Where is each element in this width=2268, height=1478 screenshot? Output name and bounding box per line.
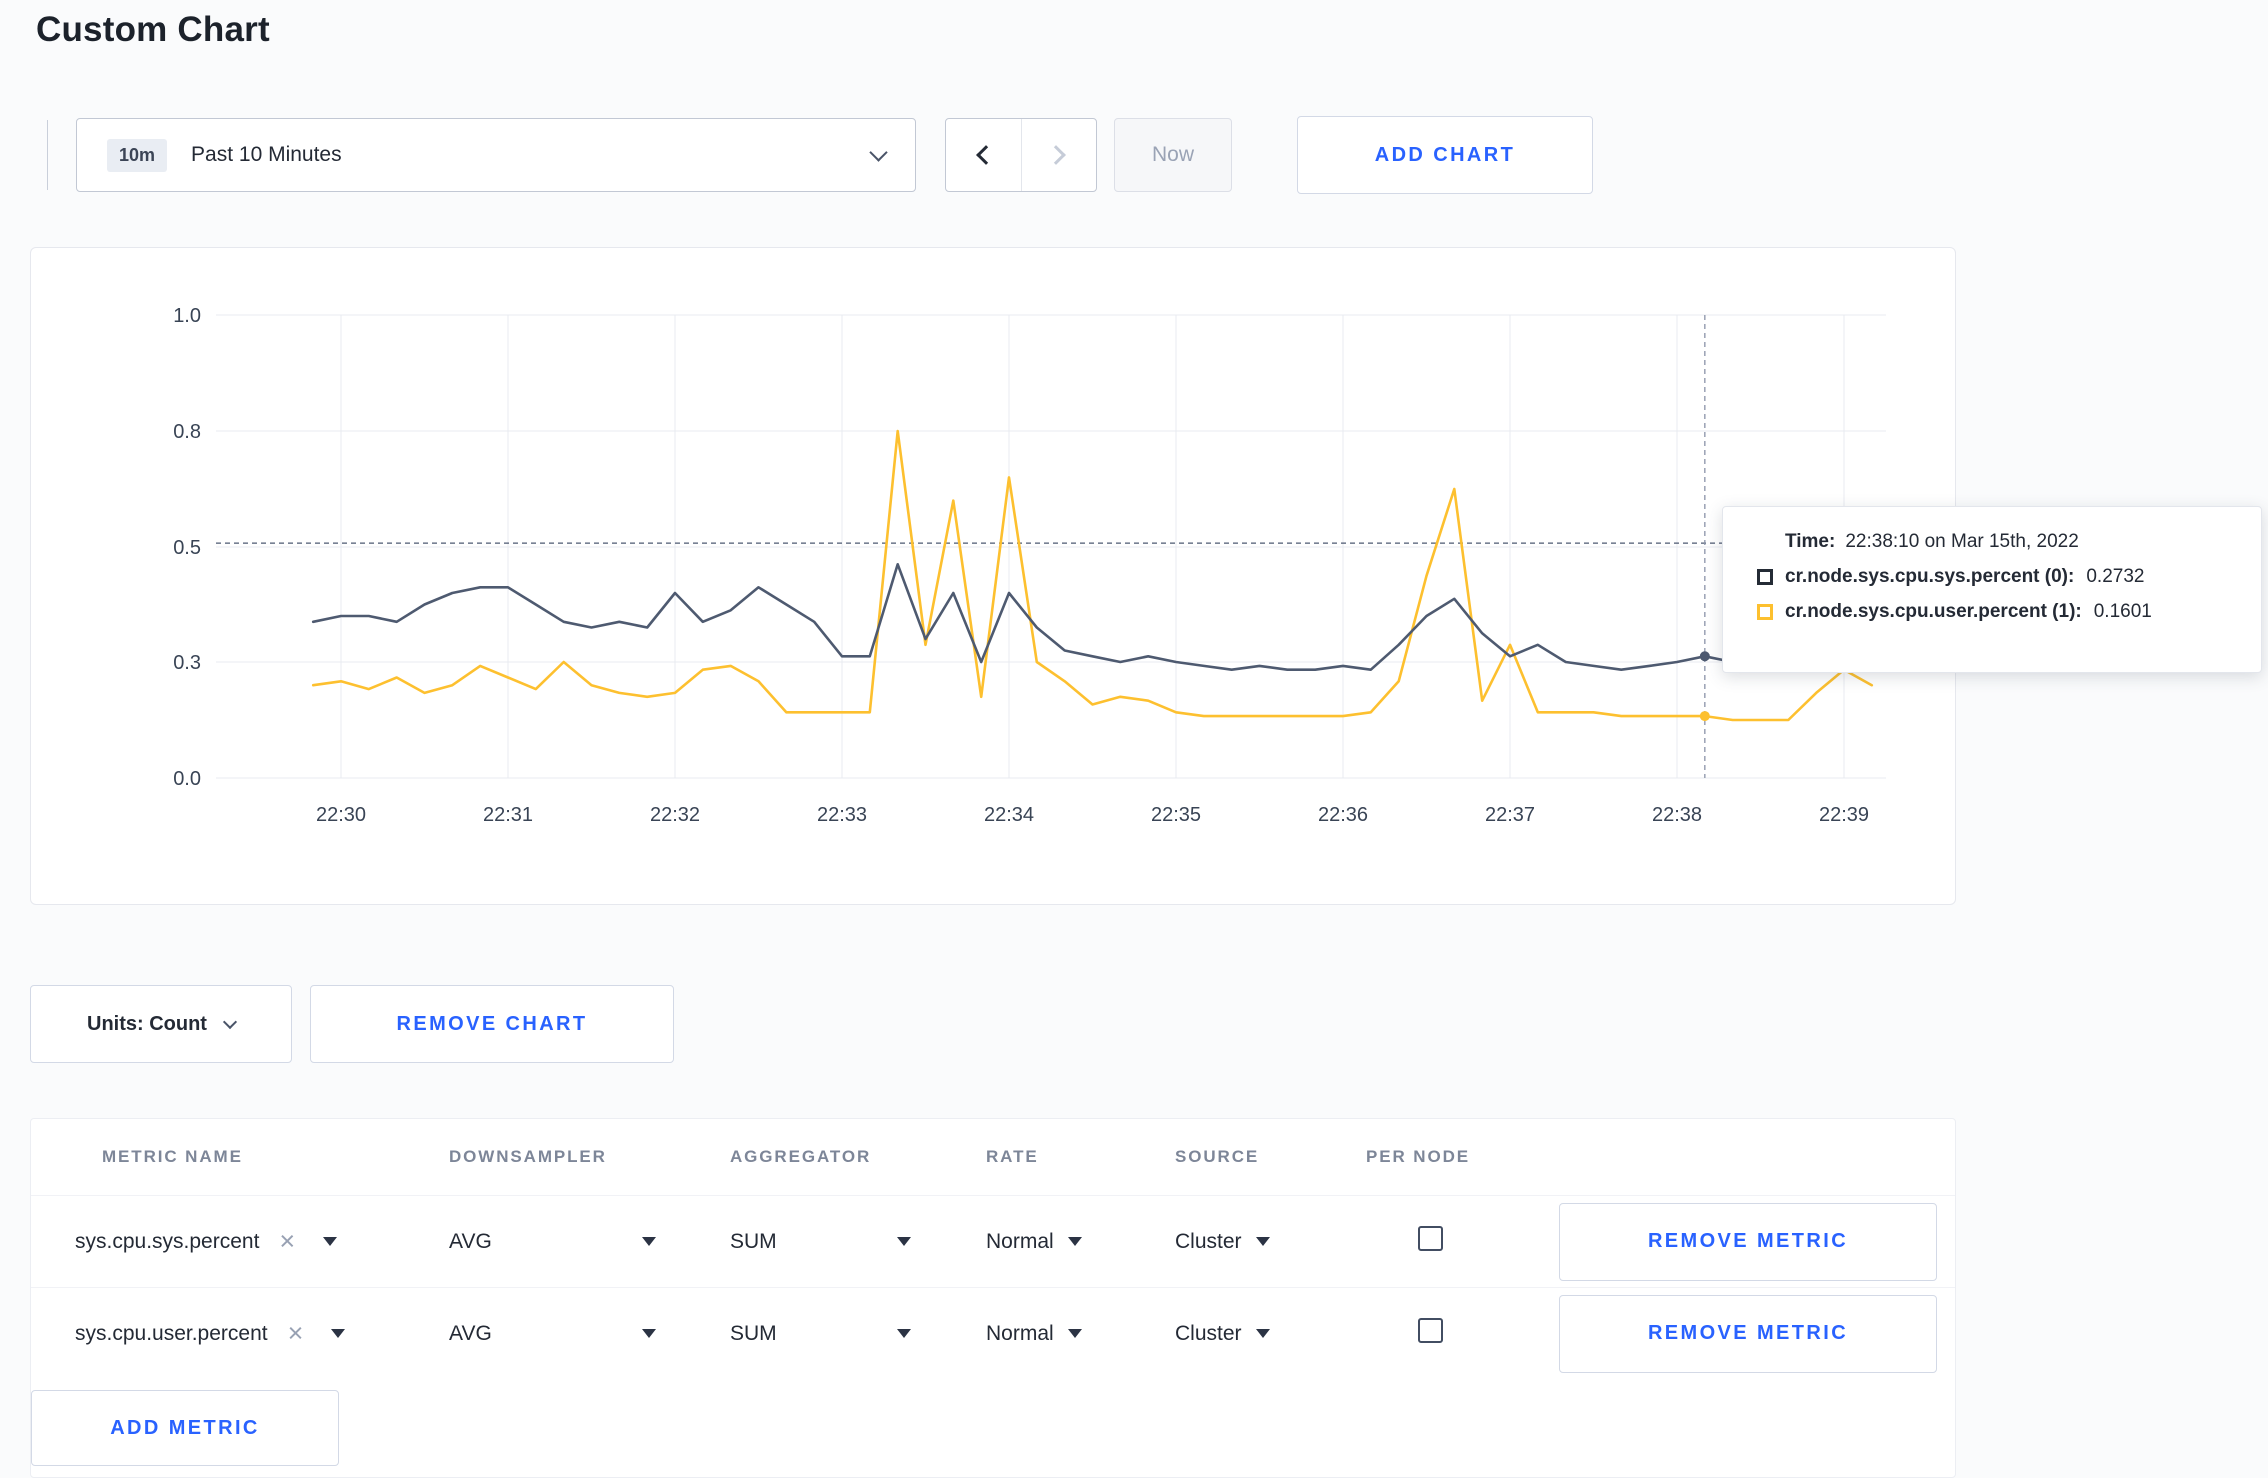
time-range-label: Past 10 Minutes — [191, 143, 342, 166]
tooltip-series-value: 0.1601 — [2093, 601, 2152, 622]
chevron-right-icon — [1045, 145, 1066, 165]
page-title: Custom Chart — [36, 10, 270, 49]
chevron-down-icon — [222, 1014, 238, 1029]
caret-down-icon — [897, 1237, 911, 1246]
series-color-swatch-icon — [1757, 604, 1773, 620]
source-select[interactable]: Cluster — [1175, 1322, 1366, 1346]
caret-down-icon — [1255, 1329, 1270, 1338]
svg-text:22:35: 22:35 — [1151, 804, 1201, 826]
add-metric-button[interactable]: ADD METRIC — [31, 1390, 339, 1466]
metric-name-value: sys.cpu.user.percent — [75, 1321, 268, 1345]
svg-text:22:36: 22:36 — [1318, 804, 1368, 826]
downsampler-select[interactable]: AVG — [449, 1322, 730, 1346]
col-header-metric-name: METRIC NAME — [102, 1147, 243, 1166]
aggregator-select[interactable]: SUM — [730, 1322, 986, 1346]
svg-text:22:37: 22:37 — [1485, 804, 1535, 826]
svg-text:1.0: 1.0 — [173, 305, 201, 327]
caret-down-icon — [642, 1329, 656, 1338]
custom-chart-card: 0.0 0.3 0.5 0.8 1.0 22:30 22:31 22:32 22:33 22:34… — [30, 247, 1956, 905]
remove-metric-button[interactable]: REMOVE METRIC — [1559, 1294, 1937, 1373]
svg-text:22:34: 22:34 — [984, 804, 1034, 826]
chevron-left-icon — [976, 145, 997, 165]
aggregator-value: SUM — [730, 1229, 777, 1253]
caret-down-icon — [642, 1237, 656, 1246]
series-color-swatch-icon — [1757, 569, 1773, 585]
col-header-rate: RATE — [986, 1147, 1039, 1166]
caret-down-icon — [897, 1329, 911, 1338]
rate-select[interactable]: Normal — [986, 1322, 1175, 1346]
chart-tooltip: Time: 22:38:10 on Mar 15th, 2022 cr.node.… — [1722, 506, 2262, 673]
caret-down-icon — [1067, 1237, 1082, 1246]
tooltip-series-row: cr.node.sys.cpu.user.percent (1): 0.1601 — [1757, 601, 2235, 623]
svg-text:22:32: 22:32 — [650, 804, 700, 826]
chevron-down-icon — [869, 142, 888, 162]
svg-text:22:33: 22:33 — [817, 804, 867, 826]
rate-select[interactable]: Normal — [986, 1230, 1175, 1254]
tooltip-time-label: Time: — [1785, 531, 1836, 552]
metric-row: sys.cpu.sys.percent × AVG SUM Normal Clu… — [31, 1195, 1955, 1287]
units-select[interactable]: Units: Count — [30, 985, 292, 1063]
caret-down-icon — [1067, 1329, 1082, 1338]
svg-text:22:31: 22:31 — [483, 804, 533, 826]
tooltip-time-row: Time: 22:38:10 on Mar 15th, 2022 — [1785, 531, 2235, 553]
rate-value: Normal — [986, 1321, 1054, 1345]
line-chart-plot[interactable]: 0.0 0.3 0.5 0.8 1.0 22:30 22:31 22:32 22:33 22:34… — [31, 248, 1955, 904]
svg-text:22:38: 22:38 — [1652, 804, 1702, 826]
clear-icon[interactable]: × — [279, 1228, 295, 1255]
time-range-badge: 10m — [107, 138, 168, 172]
svg-text:22:30: 22:30 — [316, 804, 366, 826]
source-select[interactable]: Cluster — [1175, 1230, 1366, 1254]
tooltip-time-value: 22:38:10 on Mar 15th, 2022 — [1845, 531, 2079, 552]
remove-chart-button[interactable]: REMOVE CHART — [310, 985, 674, 1063]
col-header-aggregator: AGGREGATOR — [730, 1147, 872, 1166]
now-button[interactable]: Now — [1114, 118, 1232, 192]
svg-text:0.8: 0.8 — [173, 421, 201, 443]
svg-text:0.3: 0.3 — [173, 652, 201, 674]
remove-metric-button[interactable]: REMOVE METRIC — [1559, 1202, 1937, 1281]
tooltip-series-name: cr.node.sys.cpu.sys.percent (0): — [1785, 566, 2075, 587]
metric-name-value: sys.cpu.sys.percent — [75, 1229, 260, 1253]
source-value: Cluster — [1175, 1229, 1242, 1253]
svg-text:0.5: 0.5 — [173, 537, 201, 559]
per-node-checkbox[interactable] — [1418, 1226, 1443, 1251]
caret-down-icon — [331, 1329, 346, 1338]
col-header-downsampler: DOWNSAMPLER — [449, 1147, 607, 1166]
metric-row: sys.cpu.user.percent × AVG SUM Normal Cl… — [31, 1287, 1955, 1379]
col-header-per-node: PER NODE — [1366, 1147, 1470, 1166]
toolbar-left-divider — [47, 120, 48, 190]
time-nav-group — [945, 118, 1097, 192]
tooltip-series-value: 0.2732 — [2086, 566, 2145, 587]
add-chart-button[interactable]: ADD CHART — [1297, 116, 1593, 194]
aggregator-select[interactable]: SUM — [730, 1230, 986, 1254]
rate-value: Normal — [986, 1229, 1054, 1253]
time-range-select[interactable]: 10m Past 10 Minutes — [76, 118, 916, 192]
source-value: Cluster — [1175, 1321, 1242, 1345]
clear-icon[interactable]: × — [288, 1320, 304, 1347]
metrics-table: METRIC NAME DOWNSAMPLER AGGREGATOR RATE … — [30, 1118, 1956, 1478]
caret-down-icon — [1255, 1237, 1270, 1246]
caret-down-icon — [323, 1237, 338, 1246]
per-node-checkbox[interactable] — [1418, 1318, 1443, 1343]
prev-time-button[interactable] — [946, 119, 1021, 191]
metric-name-select[interactable]: sys.cpu.sys.percent × — [75, 1228, 449, 1255]
next-time-button[interactable] — [1020, 119, 1097, 191]
col-header-source: SOURCE — [1175, 1147, 1260, 1166]
aggregator-value: SUM — [730, 1321, 777, 1345]
downsampler-value: AVG — [449, 1229, 492, 1253]
units-label: Units: Count — [87, 1012, 207, 1035]
tooltip-series-row: cr.node.sys.cpu.sys.percent (0): 0.2732 — [1757, 566, 2235, 588]
metrics-table-header: METRIC NAME DOWNSAMPLER AGGREGATOR RATE … — [31, 1119, 1955, 1195]
svg-text:0.0: 0.0 — [173, 768, 201, 790]
tooltip-series-name: cr.node.sys.cpu.user.percent (1): — [1785, 601, 2082, 622]
downsampler-value: AVG — [449, 1321, 492, 1345]
svg-text:22:39: 22:39 — [1819, 804, 1869, 826]
downsampler-select[interactable]: AVG — [449, 1230, 730, 1254]
metric-name-select[interactable]: sys.cpu.user.percent × — [75, 1320, 449, 1347]
